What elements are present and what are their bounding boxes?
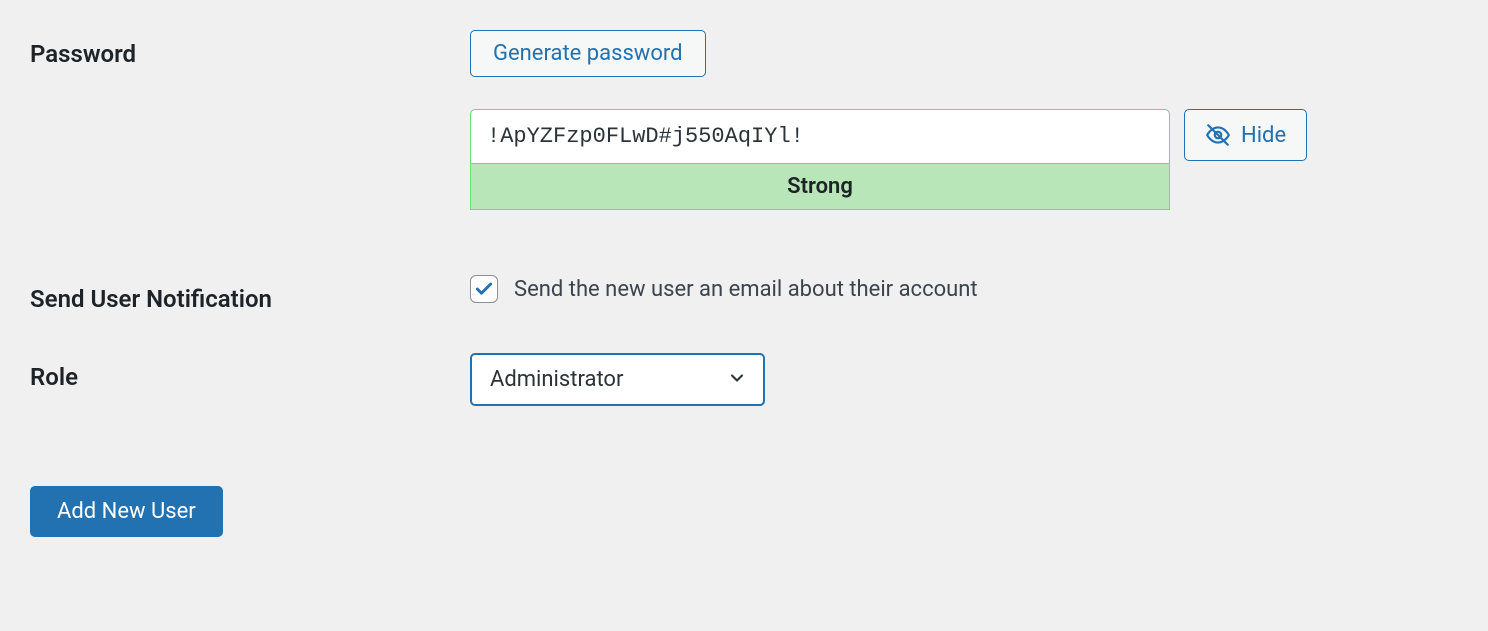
add-new-user-button[interactable]: Add New User: [30, 486, 223, 537]
password-box-wrap: [470, 109, 1170, 164]
password-input[interactable]: [471, 110, 1169, 163]
password-strength-meter: Strong: [470, 164, 1170, 210]
password-field-wrap: Generate password Strong: [470, 30, 1458, 210]
role-select[interactable]: Administrator: [470, 353, 765, 406]
password-row: Password Generate password Strong: [30, 30, 1458, 210]
role-label: Role: [30, 353, 470, 391]
notification-field-wrap: Send the new user an email about their a…: [470, 275, 1458, 303]
hide-password-button[interactable]: Hide: [1184, 109, 1307, 161]
generate-password-button[interactable]: Generate password: [470, 30, 706, 77]
role-field-wrap: Administrator: [470, 353, 1458, 406]
password-box-row: Strong Hide: [470, 109, 1458, 210]
check-icon: [474, 279, 494, 299]
add-user-form: Password Generate password Strong: [30, 30, 1458, 537]
role-row: Role Administrator: [30, 353, 1458, 406]
hide-button-label: Hide: [1241, 123, 1286, 148]
notification-label: Send User Notification: [30, 275, 470, 313]
notification-row: Send User Notification Send the new user…: [30, 275, 1458, 313]
role-select-wrap: Administrator: [470, 353, 765, 406]
password-box-column: Strong: [470, 109, 1170, 210]
notification-checkbox-label: Send the new user an email about their a…: [514, 277, 978, 302]
password-label: Password: [30, 30, 470, 68]
eye-slash-icon: [1205, 122, 1231, 148]
send-notification-checkbox[interactable]: [470, 275, 498, 303]
notification-checkbox-row: Send the new user an email about their a…: [470, 275, 1458, 303]
